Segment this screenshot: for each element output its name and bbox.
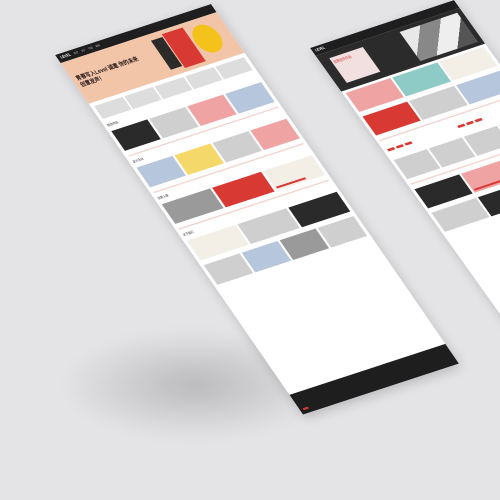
nav-link[interactable]: 联系	[95, 43, 102, 48]
mockup-stage: LEVEL 创意创作作品 LEVEL 首页 关于 作品 联系 青春写入Level…	[0, 0, 500, 500]
hero-headline: 青春写入Level 诚邀 你的未来创意发声！	[74, 55, 140, 88]
nav-link[interactable]: 作品	[87, 46, 94, 51]
back-hero-headline: 创意创作作品	[333, 55, 353, 65]
front-footer	[289, 343, 459, 415]
nav-link[interactable]: 关于	[80, 48, 87, 53]
nav-link[interactable]: 首页	[73, 51, 80, 56]
back-hero-card: 创意创作作品	[329, 47, 381, 83]
